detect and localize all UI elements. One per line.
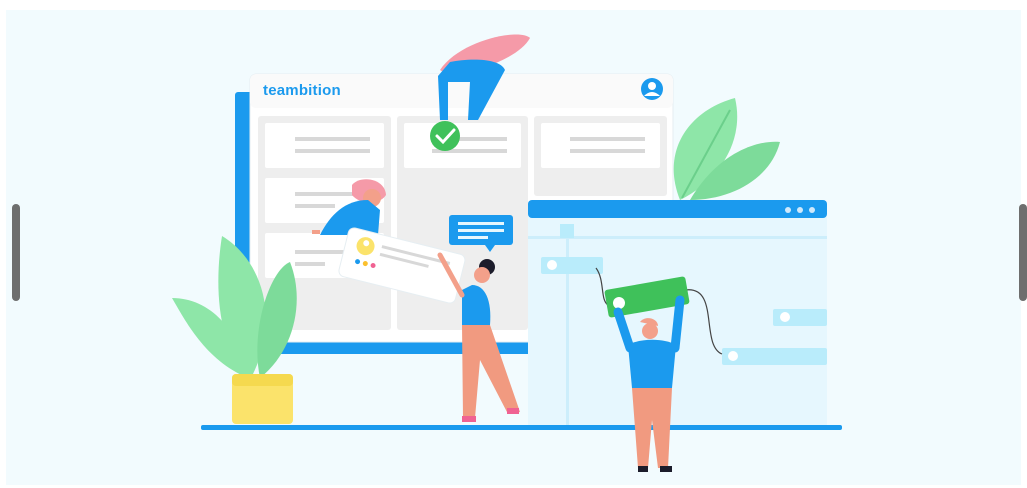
window-dots-icon <box>785 207 815 213</box>
floor-line <box>201 425 842 430</box>
brand-logo: teambition <box>263 82 341 99</box>
task-card <box>265 123 384 168</box>
hero-illustration <box>172 34 842 472</box>
task-card <box>541 123 660 168</box>
task-card <box>404 123 521 168</box>
check-circle-icon <box>430 121 460 151</box>
plant-leaves-right <box>673 98 780 200</box>
user-avatar-icon <box>641 78 663 100</box>
